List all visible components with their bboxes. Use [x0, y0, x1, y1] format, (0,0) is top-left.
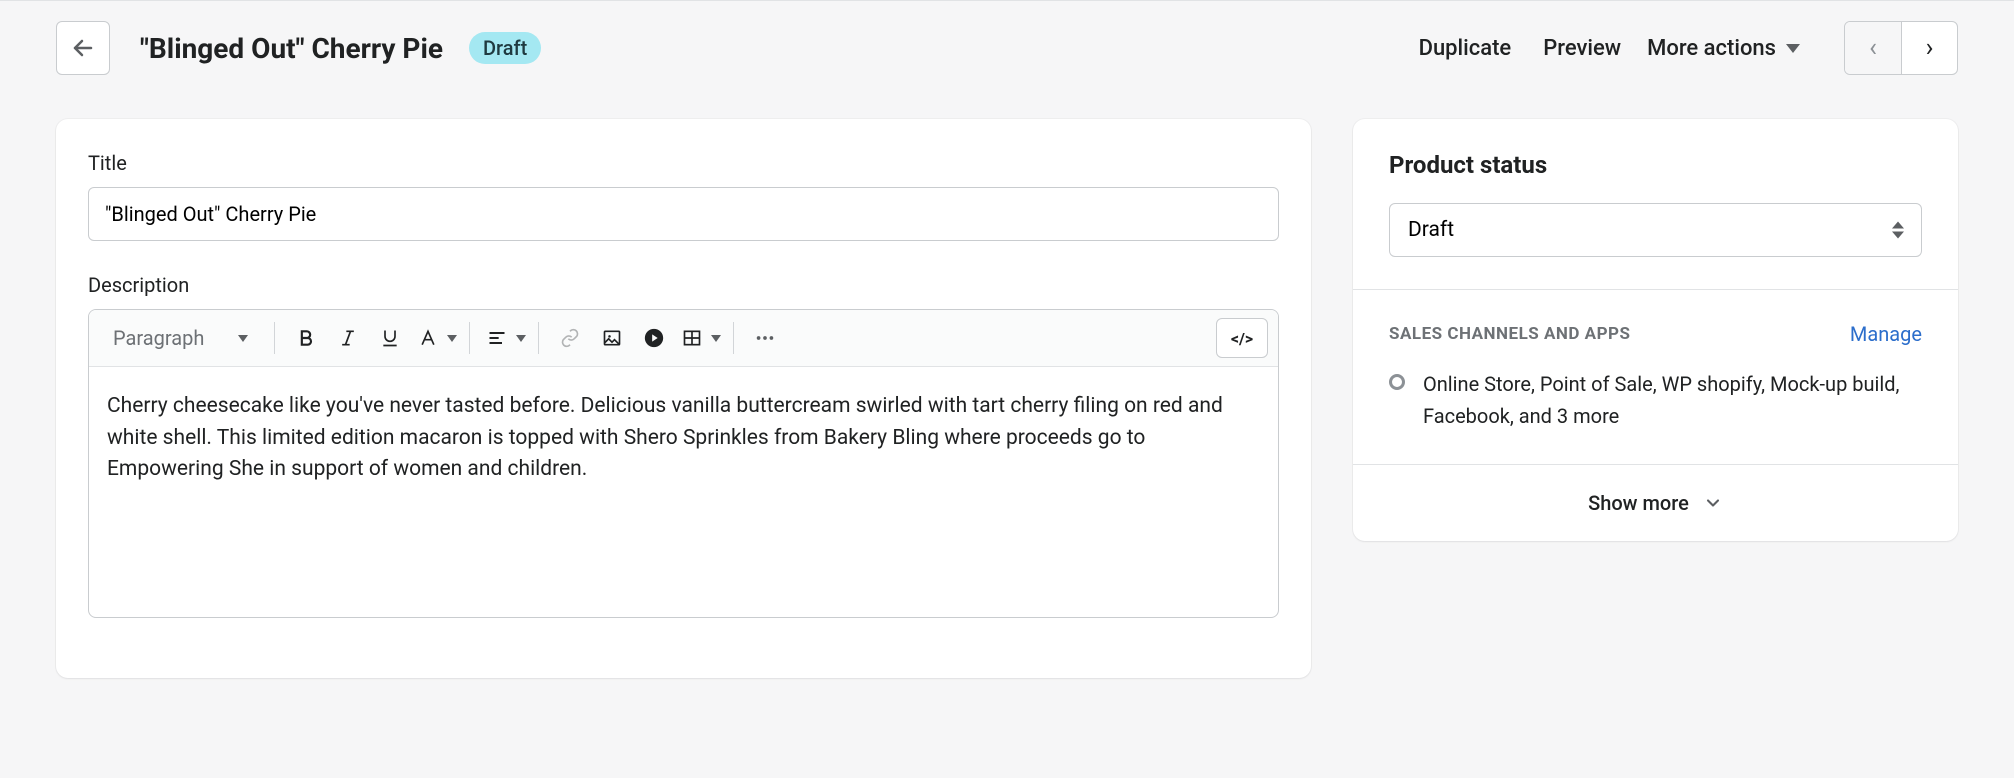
play-circle-icon [643, 327, 665, 349]
product-status-select[interactable]: Draft [1389, 203, 1922, 257]
description-editor[interactable]: Cherry cheesecake like you've never tast… [89, 367, 1278, 617]
chevron-right-icon: › [1926, 35, 1934, 61]
bold-icon [296, 328, 316, 348]
back-button[interactable] [56, 21, 110, 75]
italic-icon [338, 328, 358, 348]
prev-next-nav: ‹ › [1844, 21, 1958, 75]
next-button[interactable]: › [1901, 22, 1957, 74]
html-view-button[interactable]: </> [1216, 318, 1268, 358]
align-button[interactable] [482, 319, 526, 357]
title-label: Title [88, 151, 1279, 175]
align-left-icon [487, 328, 507, 348]
description-label: Description [88, 273, 1279, 297]
prev-button[interactable]: ‹ [1845, 22, 1901, 74]
underline-button[interactable] [371, 319, 409, 357]
page-header: "Blinged Out" Cherry Pie Draft Duplicate… [0, 0, 2014, 95]
video-button[interactable] [635, 319, 673, 357]
underline-icon [380, 328, 400, 348]
caret-down-icon [711, 335, 721, 342]
page-title: "Blinged Out" Cherry Pie [140, 32, 443, 65]
show-more-label: Show more [1588, 491, 1689, 515]
preview-button[interactable]: Preview [1537, 30, 1627, 67]
link-button[interactable] [551, 319, 589, 357]
link-icon [560, 328, 580, 348]
arrow-left-icon [71, 36, 95, 60]
chevron-left-icon: ‹ [1869, 35, 1877, 61]
text-color-button[interactable] [413, 319, 457, 357]
caret-down-icon [238, 335, 248, 342]
channel-row: Online Store, Point of Sale, WP shopify,… [1389, 368, 1922, 432]
italic-button[interactable] [329, 319, 367, 357]
product-status-title: Product status [1389, 151, 1922, 179]
overflow-button[interactable] [746, 319, 784, 357]
table-icon [682, 328, 702, 348]
status-badge: Draft [469, 32, 541, 64]
show-more-button[interactable]: Show more [1353, 465, 1958, 541]
caret-down-icon [1786, 44, 1800, 53]
manage-channels-link[interactable]: Manage [1850, 322, 1922, 346]
channels-list-text: Online Store, Point of Sale, WP shopify,… [1423, 368, 1922, 432]
text-color-icon [418, 328, 438, 348]
image-button[interactable] [593, 319, 631, 357]
product-details-card: Title Description Paragraph [56, 119, 1311, 678]
product-status-card: Product status Draft SALES CHANNELS AND … [1353, 119, 1958, 541]
duplicate-button[interactable]: Duplicate [1413, 30, 1518, 67]
title-input[interactable] [88, 187, 1279, 241]
format-label: Paragraph [113, 326, 204, 350]
more-actions-button[interactable]: More actions [1647, 36, 1800, 61]
paragraph-format-dropdown[interactable]: Paragraph [99, 318, 262, 358]
chevron-down-icon [1703, 493, 1723, 513]
caret-down-icon [516, 335, 526, 342]
status-dot-icon [1389, 374, 1405, 390]
table-button[interactable] [677, 319, 721, 357]
code-icon: </> [1231, 329, 1253, 348]
image-icon [602, 328, 622, 348]
bold-button[interactable] [287, 319, 325, 357]
sales-channels-title: SALES CHANNELS AND APPS [1389, 324, 1630, 344]
rich-text-editor: Paragraph [88, 309, 1279, 618]
dots-horizontal-icon [754, 327, 776, 349]
more-actions-label: More actions [1647, 36, 1776, 61]
caret-down-icon [447, 335, 457, 342]
editor-toolbar: Paragraph [89, 310, 1278, 367]
